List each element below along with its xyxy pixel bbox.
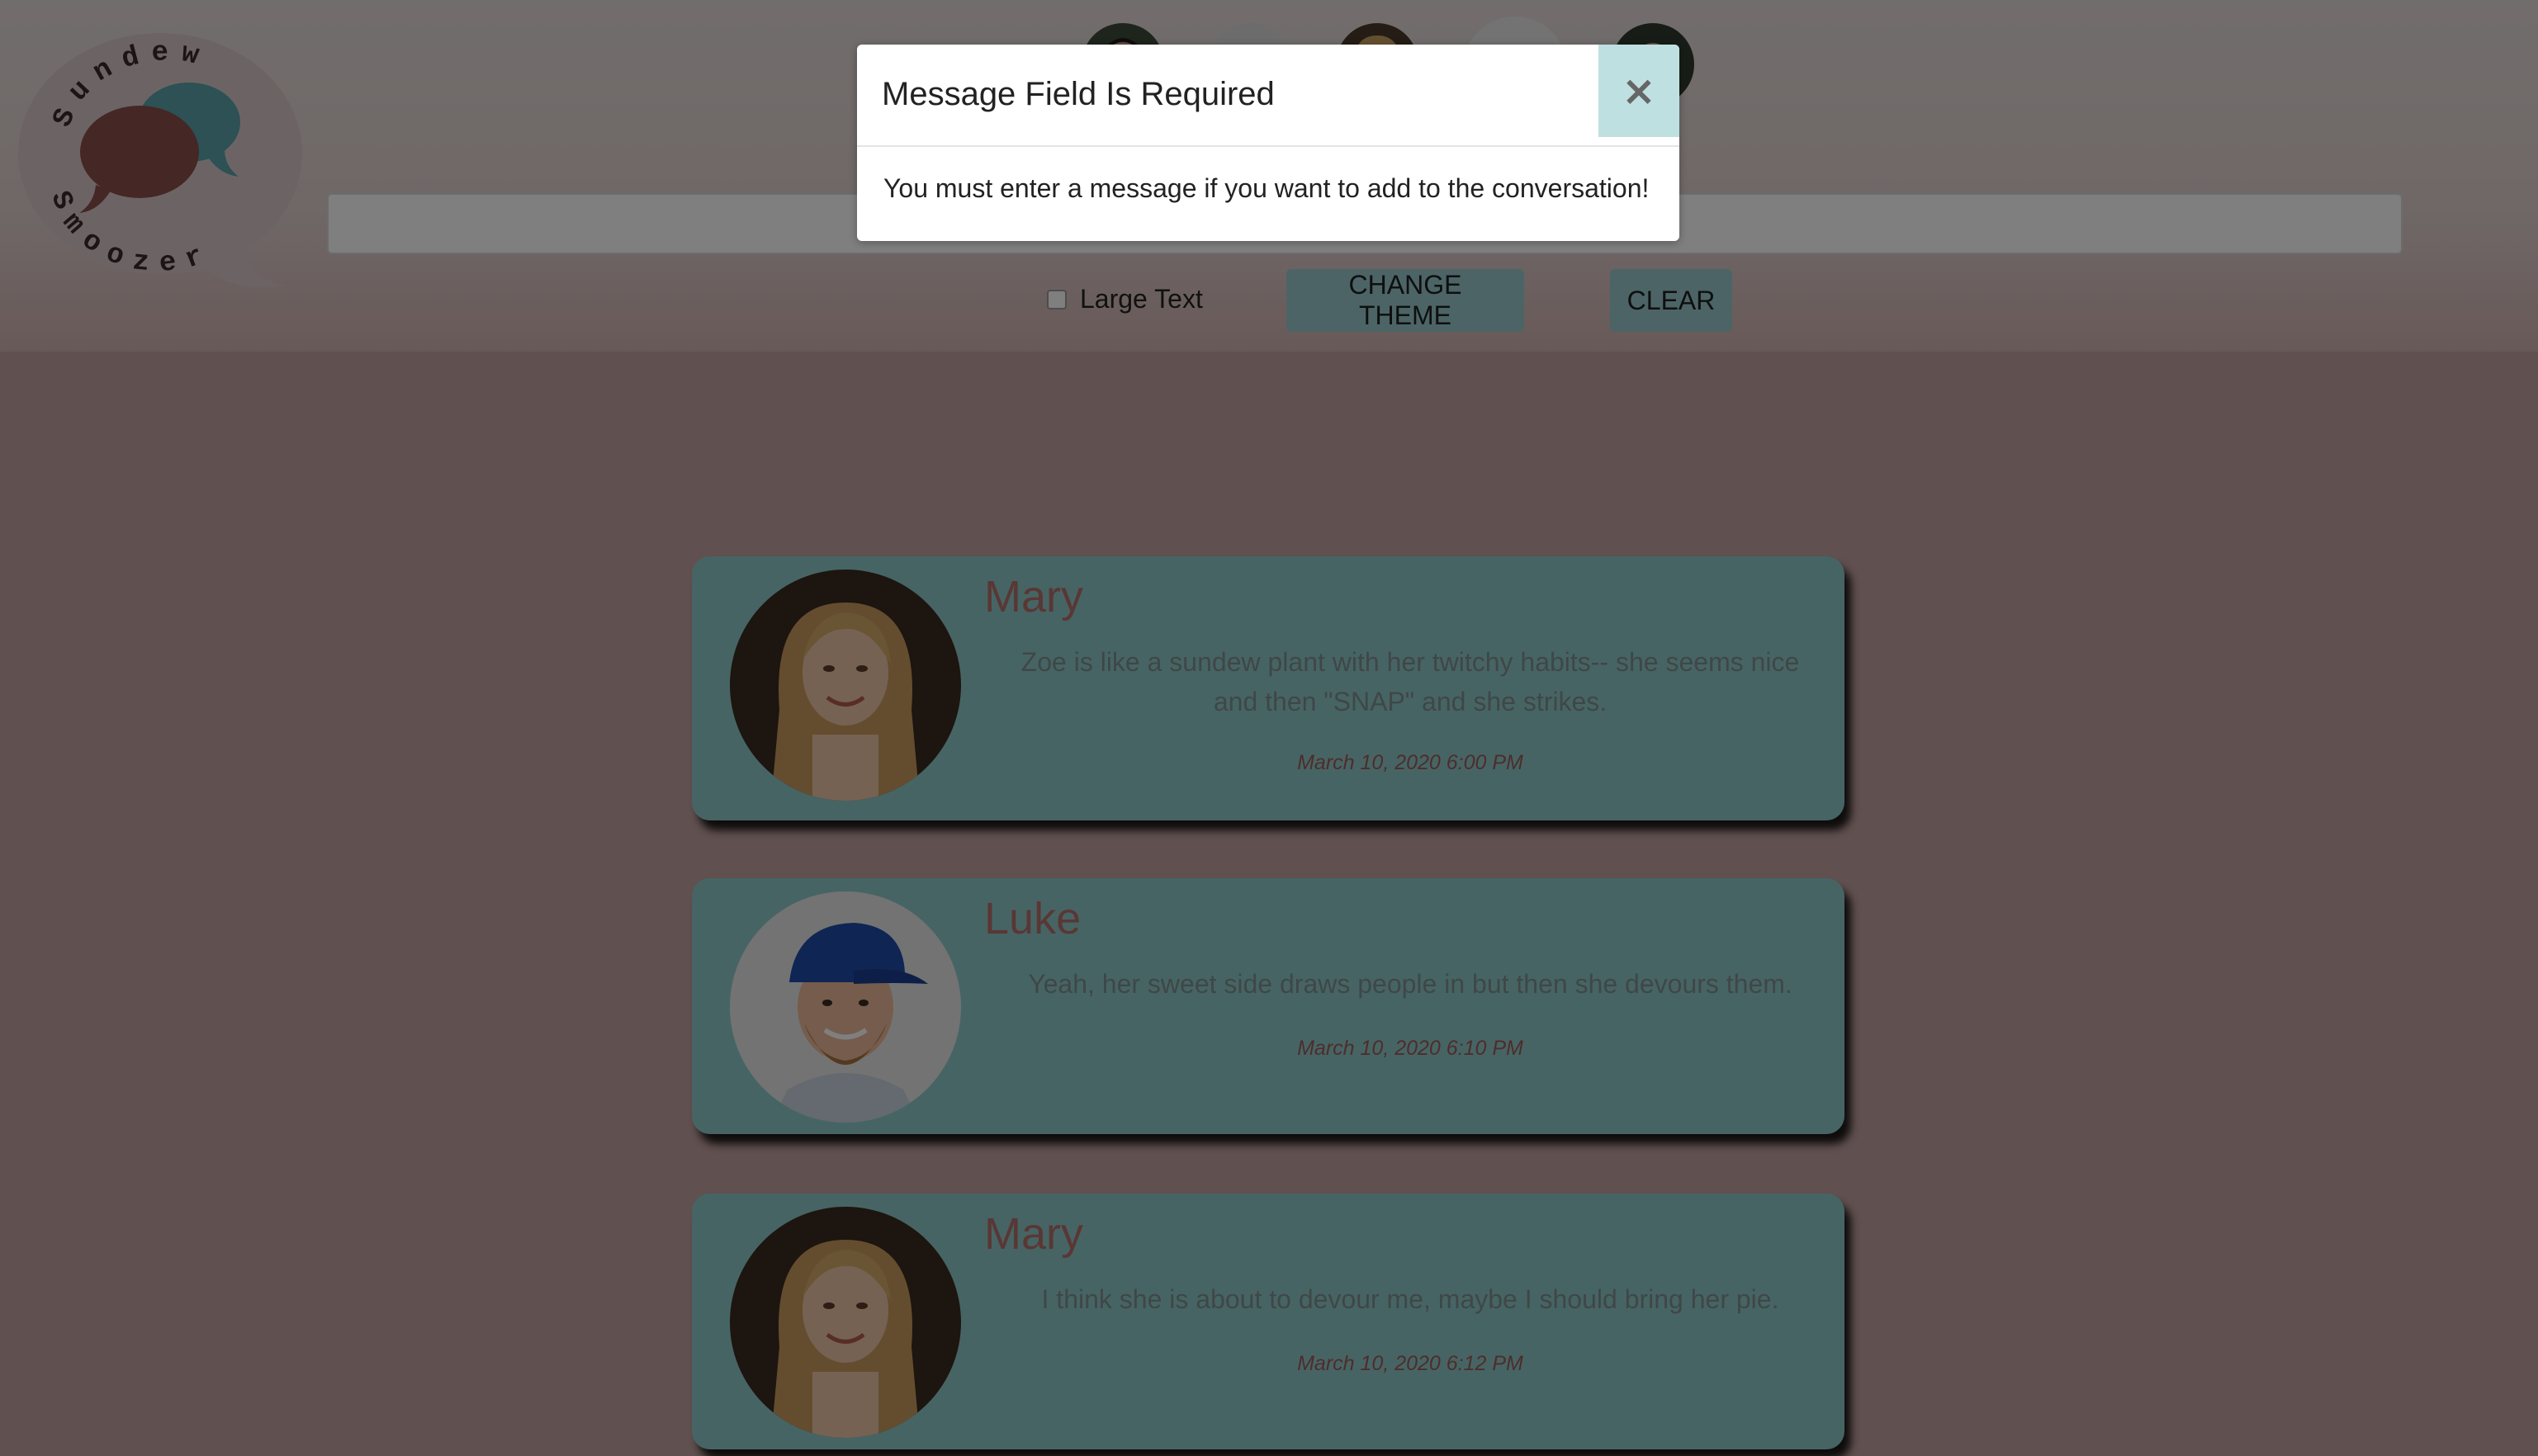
validation-modal: Message Field Is Required × You must ent… — [857, 45, 1679, 241]
modal-body-text: You must enter a message if you want to … — [883, 173, 1650, 203]
modal-header: Message Field Is Required × — [857, 45, 1679, 147]
modal-title: Message Field Is Required — [882, 76, 1275, 112]
close-button[interactable]: × — [1598, 45, 1679, 137]
close-icon: × — [1622, 67, 1656, 115]
